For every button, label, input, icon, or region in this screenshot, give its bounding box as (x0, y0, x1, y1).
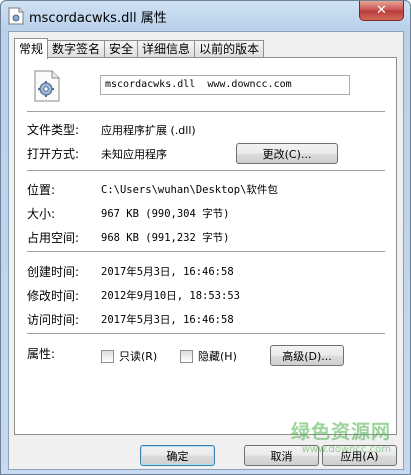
file-type-label: 文件类型: (27, 123, 80, 137)
close-button[interactable]: ✕ (359, 1, 404, 21)
separator (27, 170, 385, 172)
separator (27, 251, 385, 253)
modified-label: 修改时间: (27, 289, 80, 303)
size-value: 967 KB (990,304 字节) (101, 208, 230, 220)
accessed-value: 2017年5月3日, 16:46:58 (101, 314, 234, 326)
location-label: 位置: (27, 183, 56, 197)
size-on-disk-label: 占用空间: (27, 231, 80, 245)
readonly-checkbox[interactable]: 只读(R) (101, 348, 157, 364)
tab-details[interactable]: 详细信息 (137, 40, 196, 58)
open-with-value: 未知应用程序 (101, 148, 167, 161)
tab-strip: 常规 数字签名 安全 详细信息 以前的版本 (14, 38, 265, 59)
checkbox-box[interactable] (180, 349, 193, 363)
close-icon: ✕ (376, 3, 387, 18)
file-icon (8, 7, 24, 25)
created-label: 创建时间: (27, 265, 80, 279)
watermark-url: www.downcc.com (301, 444, 391, 455)
tab-security[interactable]: 安全 (104, 40, 139, 58)
properties-window: mscordacwks.dll 属性 ✕ 常规 数字签名 安全 详细信息 以前的… (0, 0, 411, 475)
advanced-button[interactable]: 高级(D)... (270, 345, 344, 366)
modified-value: 2012年9月10日, 18:53:53 (101, 290, 240, 302)
title-bar[interactable]: mscordacwks.dll 属性 ✕ (1, 1, 410, 31)
readonly-checkbox-label: 只读(R) (119, 350, 158, 363)
watermark-text: 绿色资源网 (290, 421, 391, 443)
site-watermark: 绿色资源网 www.downcc.com (291, 423, 391, 459)
accessed-label: 访问时间: (27, 313, 80, 327)
attributes-label: 属性: (27, 347, 56, 361)
size-label: 大小: (27, 207, 56, 221)
hidden-checkbox-label: 隐藏(H) (198, 350, 237, 363)
tab-previous-versions[interactable]: 以前的版本 (194, 40, 265, 58)
dialog-body: 常规 数字签名 安全 详细信息 以前的版本 文件类型: 应用程序扩展 (.dll… (8, 31, 404, 470)
ok-button[interactable]: 确定 (140, 445, 215, 466)
created-value: 2017年5月3日, 16:46:58 (101, 266, 234, 278)
tab-digital-signatures[interactable]: 数字签名 (47, 40, 106, 58)
checkbox-box[interactable] (101, 349, 114, 363)
file-type-value: 应用程序扩展 (.dll) (101, 124, 196, 137)
location-value: C:\Users\wuhan\Desktop\软件包 (101, 184, 278, 196)
change-button[interactable]: 更改(C)... (236, 143, 338, 164)
hidden-checkbox[interactable]: 隐藏(H) (180, 348, 237, 364)
separator (27, 333, 385, 335)
tab-general[interactable]: 常规 (14, 38, 49, 59)
separator (27, 111, 385, 113)
filename-input[interactable] (100, 75, 350, 95)
size-on-disk-value: 968 KB (991,232 字节) (101, 232, 230, 244)
general-tab-panel: 文件类型: 应用程序扩展 (.dll) 打开方式: 未知应用程序 更改(C)..… (14, 57, 397, 435)
window-title: mscordacwks.dll 属性 (29, 11, 167, 26)
open-with-label: 打开方式: (27, 147, 80, 161)
dll-gear-file-icon (34, 70, 60, 102)
